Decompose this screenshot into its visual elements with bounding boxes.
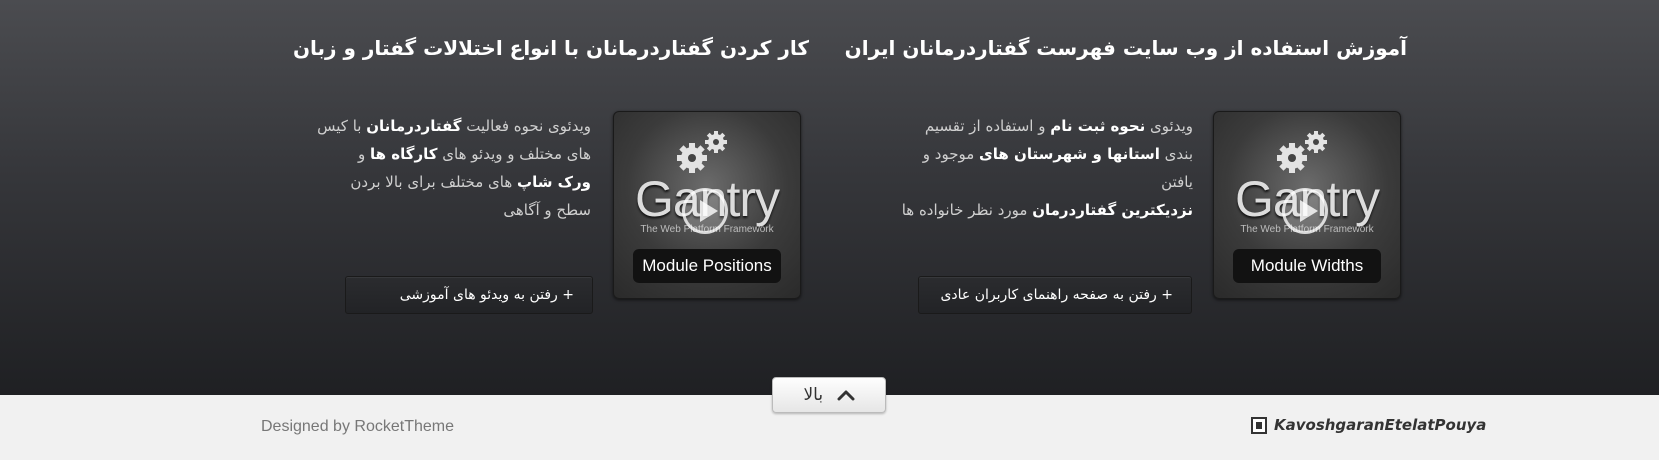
column-description: ویدئوی نحوه فعالیت گفتاردرمانان با کیس ه…	[291, 112, 591, 224]
description-line: نزدیکترین گفتاردرمان مورد نظر خانواده ها	[901, 201, 1193, 219]
description-line: ویدئوی نحوه ثبت نام و استفاده از تقسیم	[924, 117, 1193, 135]
description-line: بندی استانها و شهرستان های موجود و یافتن	[922, 145, 1193, 191]
description-line: ورک شاپ های مختلف برای بالا بردن	[350, 173, 591, 191]
description-line: سطح و آگاهی	[503, 201, 591, 219]
chevron-up-icon	[837, 390, 854, 401]
play-icon[interactable]	[682, 188, 728, 234]
thumbnail-badge: Module Positions	[633, 249, 781, 283]
video-thumbnail[interactable]: Gantry The Web Platform Framework Module…	[1213, 111, 1401, 299]
column-title: آموزش استفاده از وب سایت فهرست گفتاردرما…	[844, 36, 1407, 60]
description-line: ویدئوی نحوه فعالیت گفتاردرمانان با کیس	[317, 117, 591, 135]
tutorial-videos-button[interactable]: + رفتن به ویدئو های آموزشی	[345, 276, 593, 314]
main-showcase: آموزش استفاده از وب سایت فهرست گفتاردرما…	[0, 0, 1659, 395]
play-icon[interactable]	[1282, 188, 1328, 234]
column-description: ویدئوی نحوه ثبت نام و استفاده از تقسیم ب…	[893, 112, 1193, 224]
video-thumbnail[interactable]: Gantry The Web Platform Framework Module…	[613, 111, 801, 299]
back-to-top-label: بالا	[803, 385, 824, 405]
brand-link[interactable]: KavoshgaranEtelatPouya	[1274, 416, 1486, 434]
back-to-top-button[interactable]: بالا	[772, 377, 886, 413]
designed-by-link[interactable]: Designed by RocketTheme	[261, 418, 454, 436]
description-line: های مختلف و ویدئو های کارگاه ها و	[358, 145, 591, 163]
column-title: کار کردن گفتاردرمانان با انواع اختلالات …	[292, 36, 809, 60]
user-guide-button[interactable]: + رفتن به صفحه راهنمای کاربران عادی	[918, 276, 1192, 314]
brand-logo-icon	[1251, 417, 1267, 434]
thumbnail-badge: Module Widths	[1233, 249, 1381, 283]
